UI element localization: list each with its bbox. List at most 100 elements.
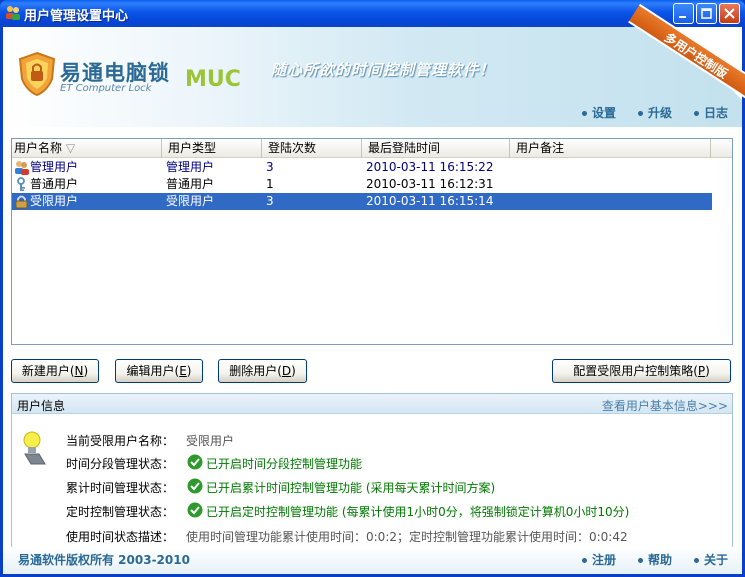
- last-login-cell: 2010-03-11 16:15:22: [366, 160, 494, 174]
- close-icon: [724, 8, 735, 19]
- accelerator-key: E: [179, 364, 187, 378]
- info-value: 已开启时间分段控制管理功能: [206, 457, 363, 471]
- button-label-end: ): [705, 364, 710, 378]
- button-label-end: ): [83, 364, 89, 378]
- info-value: 已开启定时控制管理功能 (每累计使用1小时0分，将强制锁定计算机0小时10分): [206, 505, 630, 519]
- help-link[interactable]: 帮助: [637, 551, 672, 568]
- lock-icon: [15, 195, 28, 209]
- about-link[interactable]: 关于: [693, 551, 728, 568]
- minimize-button[interactable]: [673, 3, 694, 24]
- settings-link[interactable]: 设置: [581, 104, 616, 121]
- register-link[interactable]: 注册: [581, 551, 616, 568]
- configure-policy-button[interactable]: 配置受限用户控制策略(P): [552, 359, 731, 383]
- column-header-label: 登陆次数: [268, 141, 317, 155]
- user-name-cell: 普通用户: [12, 176, 162, 193]
- user-type-cell: 管理用户: [166, 160, 215, 174]
- info-row-cumulative-status: 累计时间管理状态： 已开启累计时间控制管理功能 (采用每天累计时间方案): [12, 477, 732, 497]
- info-value: 已开启累计时间控制管理功能 (采用每天累计时间方案): [206, 481, 496, 495]
- brand-muc: MUC: [185, 67, 241, 92]
- banner: 多用户控制版 易通电脑锁 ET Computer Lock MUC 随心所欲的时…: [3, 3, 745, 127]
- user-info-panel: 用户信息 查看用户基本信息>>> 当前受限用户名称： 受限用户 时间分段管理状态…: [11, 393, 733, 563]
- info-label: 累计时间管理状态：: [66, 481, 175, 495]
- info-value: 使用时间管理功能累计使用时间：0:0:2；定时控制管理功能累计使用时间：0:0:…: [186, 530, 628, 544]
- info-row-segment-status: 时间分段管理状态： 已开启时间分段控制管理功能: [12, 453, 732, 473]
- upgrade-link-label: 升级: [647, 106, 672, 120]
- info-panel-title: 用户信息: [17, 399, 66, 413]
- new-user-button[interactable]: 新建用户(N): [11, 359, 99, 383]
- login-count-cell: 3: [266, 160, 274, 174]
- table-row[interactable]: 管理用户 管理用户 3 2010-03-11 16:15:22: [12, 159, 732, 176]
- info-label: 当前受限用户名称：: [66, 434, 175, 448]
- list-header: 用户名称 ▽ 用户类型 登陆次数 最后登陆时间 用户备注: [12, 139, 732, 158]
- user-list[interactable]: 用户名称 ▽ 用户类型 登陆次数 最后登陆时间 用户备注 管理用户 管理用户 3…: [11, 138, 733, 345]
- column-header-note[interactable]: 用户备注: [510, 139, 711, 158]
- column-header-last-login[interactable]: 最后登陆时间: [362, 139, 510, 158]
- button-label: 删除用户(: [229, 364, 282, 378]
- info-label: 使用时间状态描述：: [66, 530, 175, 544]
- column-header-label: 最后登陆时间: [368, 141, 441, 155]
- user-name-cell: 管理用户: [12, 159, 162, 176]
- log-link-label: 日志: [703, 106, 728, 120]
- button-label: 新建用户(: [21, 364, 75, 378]
- edit-user-button[interactable]: 编辑用户(E): [115, 359, 203, 383]
- list-rows: 管理用户 管理用户 3 2010-03-11 16:15:22 普通用户 普通用…: [12, 159, 732, 210]
- delete-user-button[interactable]: 删除用户(D): [218, 359, 307, 383]
- accelerator-key: D: [281, 364, 292, 378]
- user-name: 普通用户: [30, 177, 79, 191]
- footer-links: 注册 帮助 关于: [581, 551, 728, 568]
- maximize-button[interactable]: [696, 3, 717, 24]
- check-icon: [187, 502, 203, 518]
- table-row[interactable]: 普通用户 普通用户 1 2010-03-11 16:12:31: [12, 176, 732, 193]
- info-row-username: 当前受限用户名称： 受限用户: [12, 430, 732, 450]
- note-cell: [510, 176, 710, 193]
- button-label-end: ): [186, 364, 192, 378]
- admin-users-icon: [15, 161, 29, 175]
- user-name: 受限用户: [30, 194, 79, 208]
- column-header-label: 用户备注: [516, 141, 565, 155]
- shield-lock-logo-icon: [18, 51, 56, 97]
- brand-english: ET Computer Lock: [60, 83, 152, 94]
- upgrade-link[interactable]: 升级: [637, 104, 672, 121]
- column-header-count[interactable]: 登陆次数: [262, 139, 362, 158]
- bullet-icon: [581, 558, 587, 563]
- user-type-cell: 普通用户: [166, 177, 215, 191]
- note-cell: [510, 159, 710, 176]
- view-basic-info-link[interactable]: 查看用户基本信息>>>: [602, 397, 728, 414]
- button-label: 配置受限用户控制策略(: [573, 364, 698, 378]
- footer: 易通软件版权所有 2003-2010 注册 帮助 关于: [3, 547, 742, 574]
- button-label-end: ): [291, 364, 296, 378]
- bullet-icon: [637, 111, 643, 116]
- bullet-icon: [581, 111, 587, 116]
- close-button[interactable]: [719, 3, 740, 24]
- info-panel-header: 用户信息 查看用户基本信息>>>: [12, 394, 732, 414]
- slogan: 随心所欲的时间控制管理软件！: [271, 61, 496, 79]
- info-label: 时间分段管理状态：: [66, 457, 175, 471]
- info-row-usage-description: 使用时间状态描述： 使用时间管理功能累计使用时间：0:0:2；定时控制管理功能累…: [12, 526, 732, 546]
- users-app-icon: [6, 6, 20, 20]
- user-name-cell: 受限用户: [12, 193, 162, 210]
- minimize-icon: [679, 16, 686, 18]
- note-cell: [510, 193, 686, 210]
- last-login-cell: 2010-03-11 16:15:14: [366, 194, 494, 208]
- window-title: 用户管理设置中心: [24, 9, 129, 24]
- check-icon: [187, 454, 203, 470]
- table-row-selected[interactable]: 受限用户 受限用户 3 2010-03-11 16:15:14: [12, 193, 712, 210]
- info-value: 受限用户: [186, 434, 235, 448]
- login-count-cell: 3: [266, 194, 274, 208]
- settings-link-label: 设置: [591, 106, 616, 120]
- column-header-name[interactable]: 用户名称 ▽: [12, 139, 162, 158]
- info-row-timed-status: 定时控制管理状态： 已开启定时控制管理功能 (每累计使用1小时0分，将强制锁定计…: [12, 501, 732, 521]
- column-header-type[interactable]: 用户类型: [162, 139, 262, 158]
- copyright-text: 易通软件版权所有 2003-2010: [18, 553, 190, 567]
- top-links: 设置 升级 日志: [581, 104, 728, 121]
- button-label: 编辑用户(: [126, 364, 180, 378]
- log-link[interactable]: 日志: [693, 104, 728, 121]
- column-header-label: 用户类型: [168, 141, 217, 155]
- key-icon: [17, 177, 25, 191]
- help-link-label: 帮助: [647, 553, 672, 567]
- info-label: 定时控制管理状态：: [66, 505, 175, 519]
- last-login-cell: 2010-03-11 16:12:31: [366, 177, 494, 191]
- bullet-icon: [637, 558, 643, 563]
- bullet-icon: [693, 111, 699, 116]
- maximize-icon: [701, 8, 712, 19]
